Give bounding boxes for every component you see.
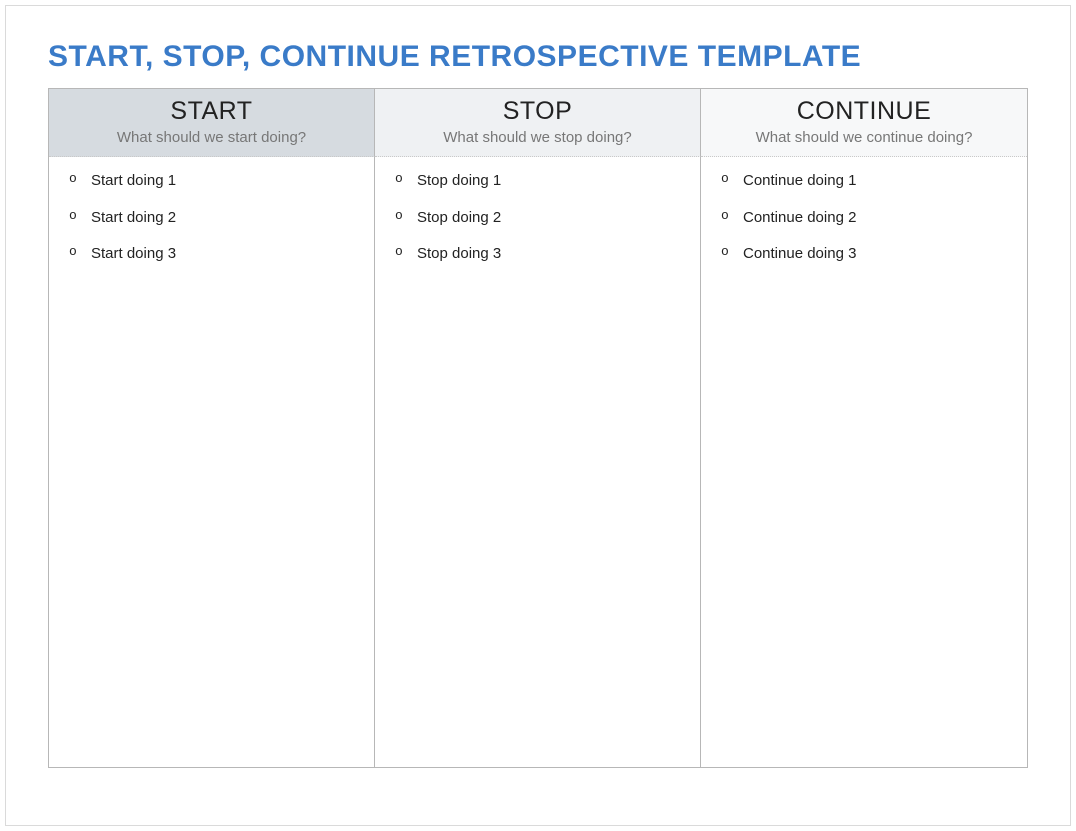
list-item: Continue doing 2 bbox=[721, 208, 1015, 228]
stop-list: Stop doing 1 Stop doing 2 Stop doing 3 bbox=[395, 171, 688, 264]
retrospective-table: START What should we start doing? STOP W… bbox=[48, 88, 1028, 768]
column-body-stop: Stop doing 1 Stop doing 2 Stop doing 3 bbox=[375, 157, 701, 767]
column-header-stop: STOP What should we stop doing? bbox=[375, 89, 701, 157]
column-subtitle-continue: What should we continue doing? bbox=[711, 129, 1017, 146]
column-header-continue: CONTINUE What should we continue doing? bbox=[701, 89, 1027, 157]
start-list: Start doing 1 Start doing 2 Start doing … bbox=[69, 171, 362, 264]
list-item: Start doing 2 bbox=[69, 208, 362, 228]
list-item: Continue doing 3 bbox=[721, 244, 1015, 264]
column-body-continue: Continue doing 1 Continue doing 2 Contin… bbox=[701, 157, 1027, 767]
list-item: Stop doing 2 bbox=[395, 208, 688, 228]
list-item: Stop doing 3 bbox=[395, 244, 688, 264]
list-item: Start doing 1 bbox=[69, 171, 362, 191]
page-title: START, STOP, CONTINUE RETROSPECTIVE TEMP… bbox=[48, 40, 1028, 74]
column-header-start: START What should we start doing? bbox=[49, 89, 375, 157]
list-item: Stop doing 1 bbox=[395, 171, 688, 191]
column-title-stop: STOP bbox=[385, 97, 690, 126]
column-subtitle-start: What should we start doing? bbox=[59, 129, 364, 146]
column-title-start: START bbox=[59, 97, 364, 126]
column-subtitle-stop: What should we stop doing? bbox=[385, 129, 690, 146]
list-item: Continue doing 1 bbox=[721, 171, 1015, 191]
continue-list: Continue doing 1 Continue doing 2 Contin… bbox=[721, 171, 1015, 264]
list-item: Start doing 3 bbox=[69, 244, 362, 264]
page-container: START, STOP, CONTINUE RETROSPECTIVE TEMP… bbox=[5, 5, 1071, 826]
column-body-start: Start doing 1 Start doing 2 Start doing … bbox=[49, 157, 375, 767]
column-title-continue: CONTINUE bbox=[711, 97, 1017, 126]
